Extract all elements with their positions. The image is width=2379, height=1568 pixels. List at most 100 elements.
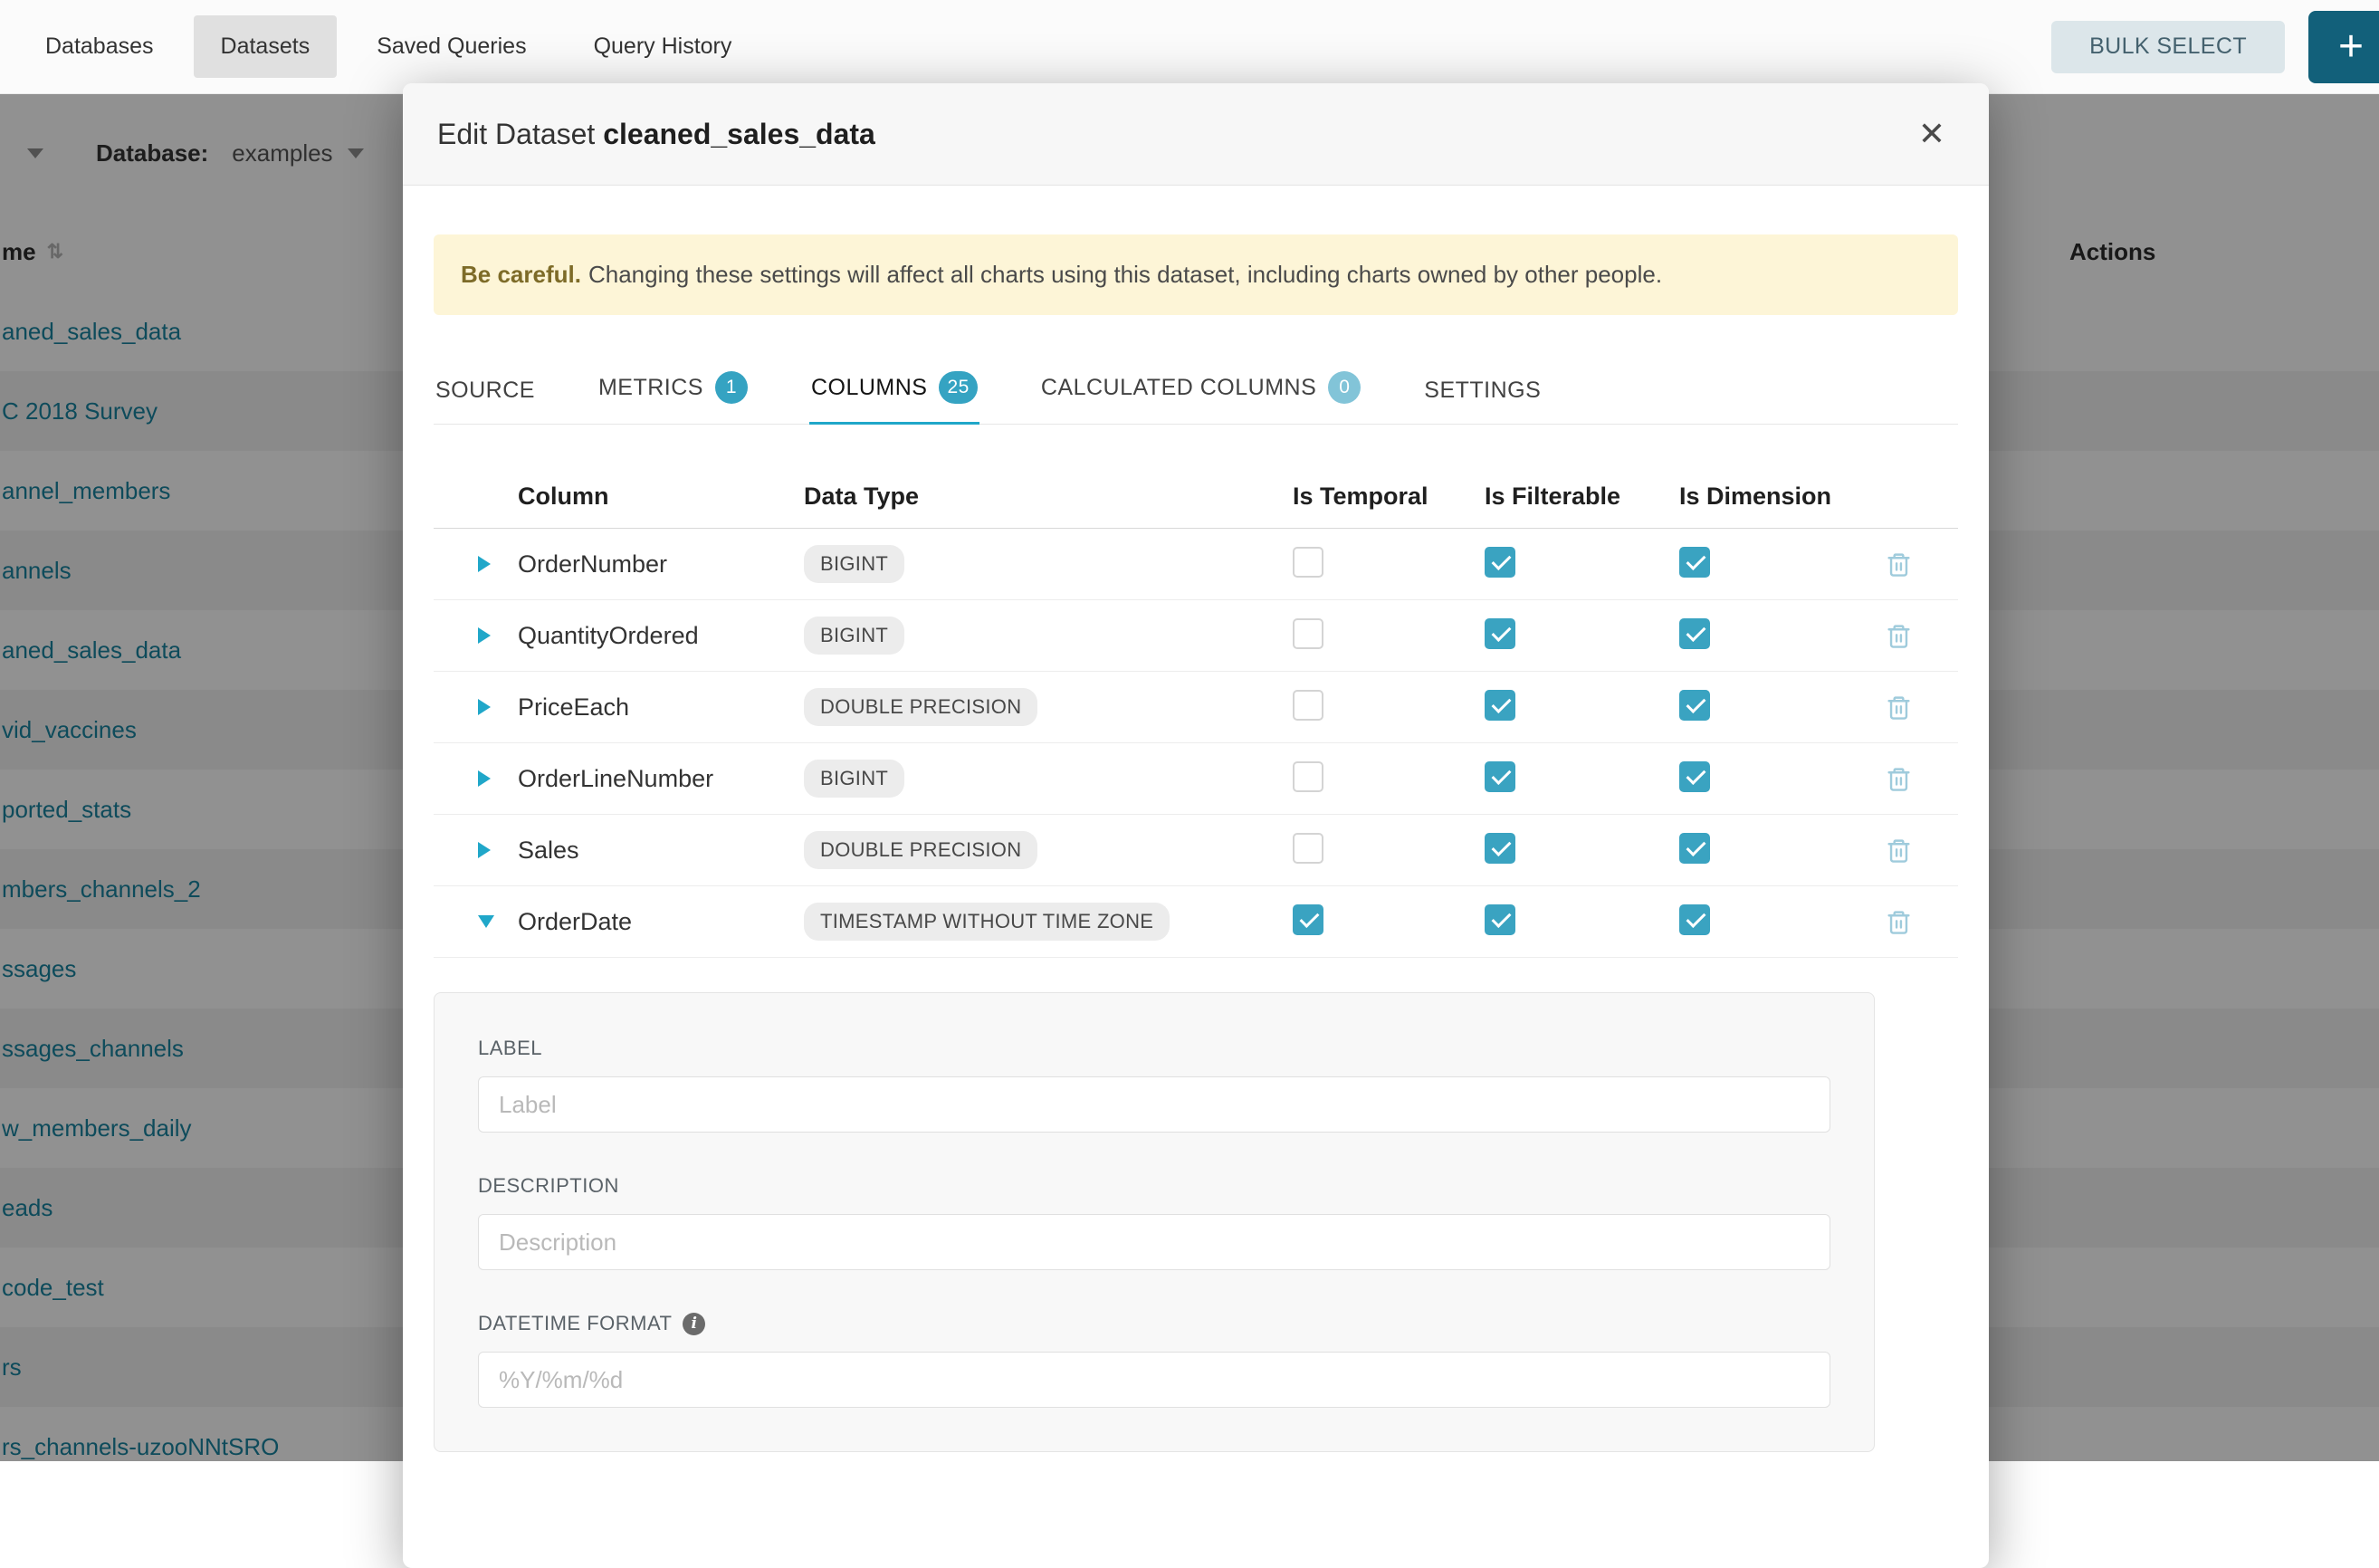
column-row: OrderNumber BIGINT: [434, 529, 1958, 600]
nav-item-databases[interactable]: Databases: [18, 15, 181, 78]
tab-columns[interactable]: COLUMNS 25: [809, 348, 979, 425]
description-input[interactable]: [478, 1214, 1830, 1270]
is-filterable-checkbox[interactable]: [1485, 547, 1515, 578]
description-field-label: DESCRIPTION: [478, 1174, 1830, 1198]
column-detail-panel: LABEL DESCRIPTION DATETIME FORMAT i: [434, 992, 1875, 1452]
is-filterable-checkbox[interactable]: [1485, 833, 1515, 864]
expand-toggle[interactable]: [434, 699, 518, 715]
tab-label: COLUMNS: [811, 375, 928, 401]
tab-count-badge: 25: [939, 371, 977, 404]
is-temporal-checkbox[interactable]: [1293, 547, 1323, 578]
datetime-format-input[interactable]: [478, 1352, 1830, 1408]
nav-item-query-history[interactable]: Query History: [567, 15, 760, 78]
is-temporal-header: Is Temporal: [1293, 483, 1485, 511]
bulk-select-button[interactable]: BULK SELECT: [2051, 21, 2285, 73]
tab-count-badge: 1: [715, 371, 748, 404]
modal-body: Be careful.Changing these settings will …: [403, 186, 1989, 1452]
delete-column-button[interactable]: [1886, 837, 1958, 864]
expand-toggle[interactable]: [434, 627, 518, 644]
column-name: OrderLineNumber: [518, 765, 804, 793]
caret-icon: [478, 627, 491, 644]
delete-column-button[interactable]: [1886, 551, 1958, 578]
data-type-pill: DOUBLE PRECISION: [804, 688, 1037, 726]
caret-icon: [478, 915, 494, 928]
warning-banner-bold: Be careful.: [461, 261, 581, 288]
delete-column-button[interactable]: [1886, 766, 1958, 792]
is-dimension-checkbox[interactable]: [1679, 904, 1710, 935]
nav-item-label: Query History: [594, 33, 732, 59]
data-type-pill: TIMESTAMP WITHOUT TIME ZONE: [804, 903, 1170, 941]
label-field-label-text: LABEL: [478, 1037, 542, 1060]
caret-icon: [478, 770, 491, 787]
nav-item-label: Saved Queries: [377, 33, 526, 59]
data-type-header: Data Type: [804, 483, 1293, 511]
is-dimension-checkbox[interactable]: [1679, 547, 1710, 578]
tab-label: SETTINGS: [1424, 378, 1541, 404]
is-temporal-checkbox[interactable]: [1293, 690, 1323, 721]
columns-table-rows: OrderNumber BIGINT QuantityOrdered BIGIN…: [434, 529, 1958, 958]
caret-icon: [478, 699, 491, 715]
caret-icon: [478, 556, 491, 572]
nav-tabs: Databases Datasets Saved Queries Query H…: [18, 15, 771, 78]
trash-icon: [1886, 694, 1912, 721]
is-dimension-header: Is Dimension: [1679, 483, 1878, 511]
tab-settings[interactable]: SETTINGS: [1422, 354, 1543, 425]
tab-metrics[interactable]: METRICS 1: [597, 348, 750, 425]
add-dataset-button[interactable]: +: [2308, 11, 2379, 83]
is-filterable-header: Is Filterable: [1485, 483, 1679, 511]
column-row: OrderLineNumber BIGINT: [434, 743, 1958, 815]
is-filterable-checkbox[interactable]: [1485, 904, 1515, 935]
is-dimension-checkbox[interactable]: [1679, 761, 1710, 792]
nav-item-label: Databases: [45, 33, 154, 59]
column-row: Sales DOUBLE PRECISION: [434, 815, 1958, 886]
delete-column-button[interactable]: [1886, 909, 1958, 935]
expand-toggle[interactable]: [434, 842, 518, 858]
delete-column-button[interactable]: [1886, 694, 1958, 721]
label-field-label: LABEL: [478, 1037, 1830, 1060]
is-temporal-checkbox[interactable]: [1293, 618, 1323, 649]
is-filterable-checkbox[interactable]: [1485, 618, 1515, 649]
label-input[interactable]: [478, 1076, 1830, 1133]
modal-tabs: SOURCE METRICS 1 COLUMNS 25 CALCULATED C…: [434, 348, 1958, 425]
column-name: OrderDate: [518, 908, 804, 936]
column-row: PriceEach DOUBLE PRECISION: [434, 672, 1958, 743]
description-field-label-text: DESCRIPTION: [478, 1174, 619, 1198]
expand-toggle[interactable]: [434, 770, 518, 787]
datetime-format-field-label-text: DATETIME FORMAT: [478, 1312, 672, 1335]
trash-icon: [1886, 551, 1912, 578]
tab-calculated-columns[interactable]: CALCULATED COLUMNS 0: [1039, 348, 1362, 425]
column-name: QuantityOrdered: [518, 622, 804, 650]
trash-icon: [1886, 837, 1912, 864]
column-row: OrderDate TIMESTAMP WITHOUT TIME ZONE: [434, 886, 1958, 958]
is-dimension-checkbox[interactable]: [1679, 833, 1710, 864]
expand-toggle[interactable]: [434, 556, 518, 572]
datetime-format-field-label: DATETIME FORMAT i: [478, 1312, 1830, 1335]
caret-icon: [478, 842, 491, 858]
delete-column-button[interactable]: [1886, 623, 1958, 649]
plus-icon: +: [2338, 22, 2364, 72]
expand-toggle[interactable]: [434, 915, 518, 928]
trash-icon: [1886, 766, 1912, 792]
is-dimension-checkbox[interactable]: [1679, 690, 1710, 721]
edit-dataset-modal: Edit Dataset cleaned_sales_data ✕ Be car…: [403, 83, 1989, 1568]
columns-table-header: Column Data Type Is Temporal Is Filterab…: [434, 464, 1958, 529]
close-button[interactable]: ✕: [1909, 114, 1954, 154]
tab-source[interactable]: SOURCE: [434, 354, 537, 425]
is-dimension-checkbox[interactable]: [1679, 618, 1710, 649]
nav-item-saved-queries[interactable]: Saved Queries: [349, 15, 553, 78]
nav-item-label: Datasets: [221, 33, 311, 59]
column-row: QuantityOrdered BIGINT: [434, 600, 1958, 672]
modal-title-dataset-name: cleaned_sales_data: [603, 118, 875, 150]
is-temporal-checkbox[interactable]: [1293, 904, 1323, 935]
is-temporal-checkbox[interactable]: [1293, 833, 1323, 864]
is-filterable-checkbox[interactable]: [1485, 761, 1515, 792]
is-temporal-checkbox[interactable]: [1293, 761, 1323, 792]
data-type-pill: DOUBLE PRECISION: [804, 831, 1037, 869]
trash-icon: [1886, 623, 1912, 649]
info-icon[interactable]: i: [683, 1313, 705, 1335]
tab-label: SOURCE: [435, 378, 535, 404]
data-type-pill: BIGINT: [804, 760, 904, 798]
nav-item-datasets[interactable]: Datasets: [194, 15, 338, 78]
is-filterable-checkbox[interactable]: [1485, 690, 1515, 721]
warning-banner: Be careful.Changing these settings will …: [434, 234, 1958, 315]
